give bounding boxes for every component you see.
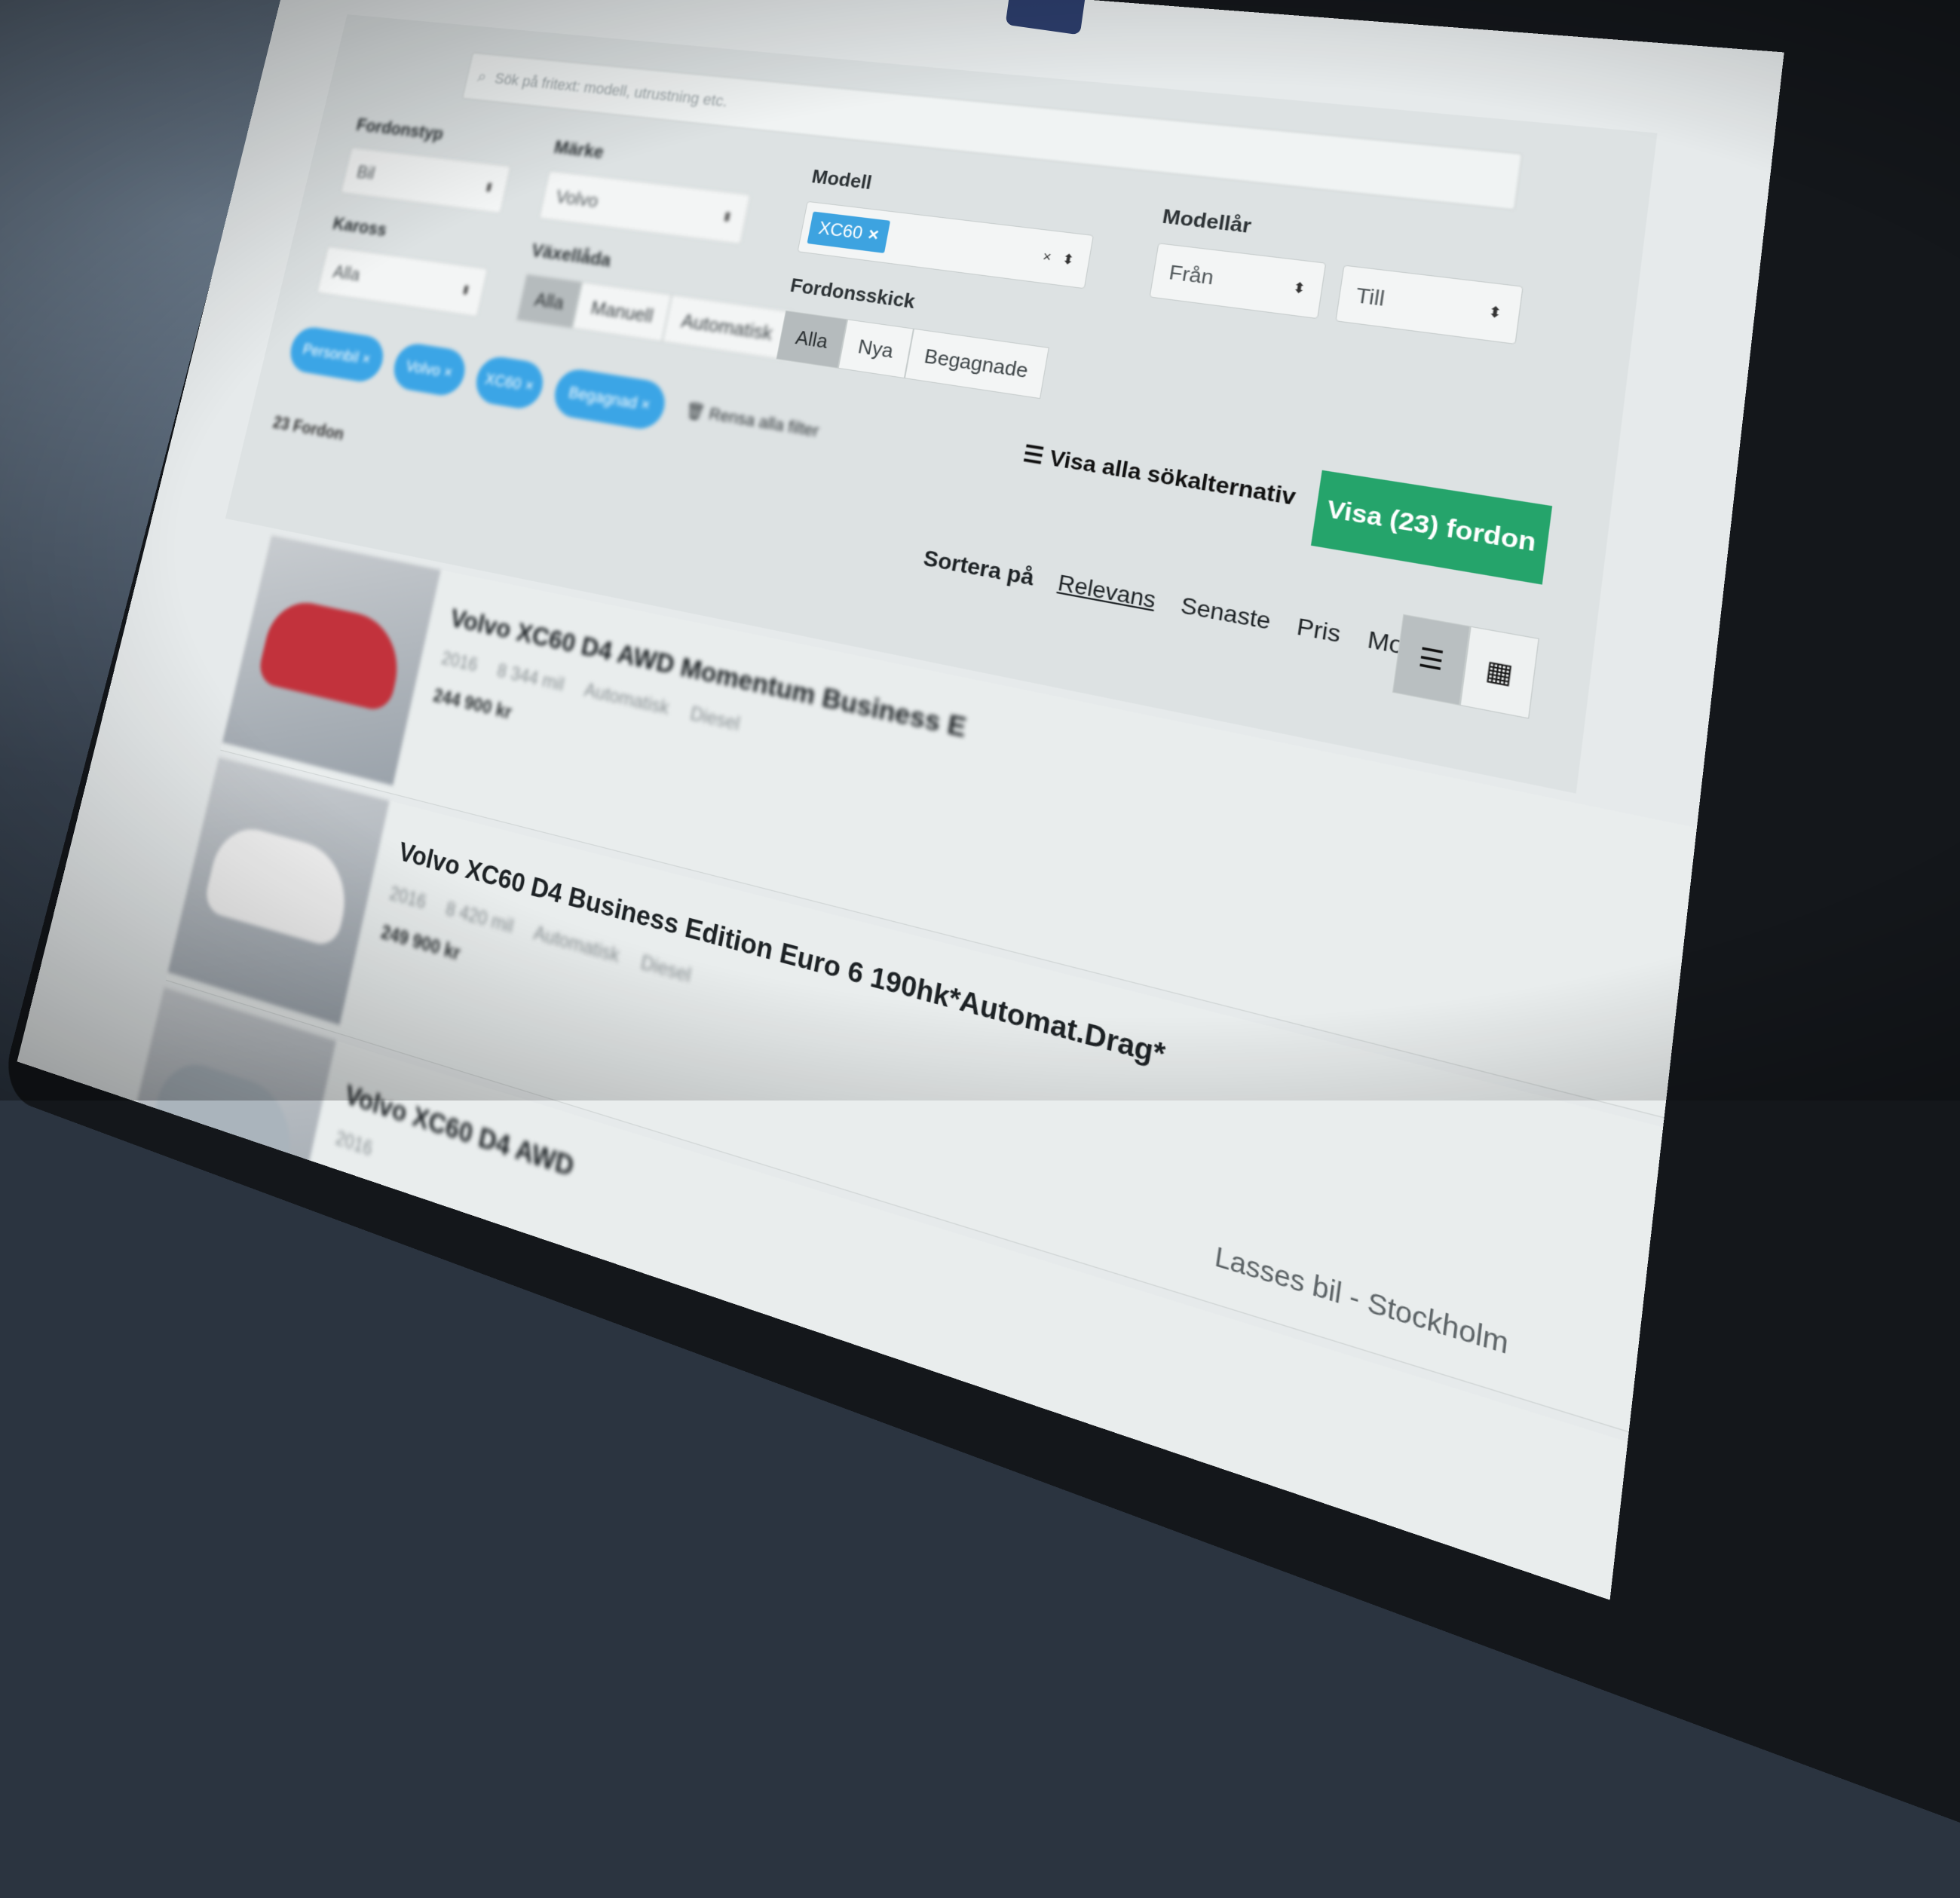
chevron-updown-icon: ⬍ <box>1291 278 1307 297</box>
show-vehicles-button[interactable]: Visa (23) fordon <box>1310 470 1553 585</box>
model-label: Modell <box>810 165 874 194</box>
listing-year: 2016 <box>333 1126 375 1161</box>
model-year-to-select[interactable]: Till ⬍ <box>1335 265 1524 345</box>
listing-price: 244 900 kr <box>431 684 514 724</box>
listing-gearbox: Automatisk <box>531 922 622 968</box>
model-select[interactable]: XC60 × × ⬍ <box>797 201 1094 289</box>
body-value: Alla <box>331 260 363 285</box>
grid-view-button[interactable]: ▦ <box>1459 626 1539 719</box>
listing-image <box>222 535 441 786</box>
gearbox-label: Växellåda <box>529 239 614 271</box>
search-placeholder: Sök på fritext: modell, utrustning etc. <box>493 69 730 111</box>
chevron-updown-icon: ⬍ <box>720 209 734 225</box>
chevron-updown-icon: ⬍ <box>1061 250 1076 268</box>
close-icon[interactable]: × <box>866 225 880 246</box>
vehicle-type-label: Fordonstyp <box>354 114 446 144</box>
vehicle-type-value: Bil <box>354 161 378 183</box>
listing-year: 2016 <box>439 647 479 676</box>
car-image <box>256 595 409 714</box>
sort-option-price[interactable]: Pris <box>1295 613 1343 648</box>
gearbox-option-automatic[interactable]: Automatisk <box>662 294 792 360</box>
listing-image <box>167 757 390 1025</box>
active-filter-pill[interactable]: Begagnad × <box>550 366 669 433</box>
model-year-from-select[interactable]: Från ⬍ <box>1149 243 1327 320</box>
car-image <box>202 820 357 949</box>
clear-all-filters-link[interactable]: 🗑 Rensa alla filter <box>684 400 821 442</box>
vehicle-type-select[interactable]: Bil ⬍ <box>340 146 511 214</box>
model-year-to-value: Till <box>1354 282 1387 311</box>
gearbox-option-manual[interactable]: Manuell <box>572 281 672 342</box>
chevron-updown-icon: ⬍ <box>459 282 473 298</box>
body-label: Kaross <box>331 213 389 240</box>
condition-label: Fordonsskick <box>789 274 917 314</box>
view-toggle: ☰ ▦ <box>1392 614 1539 719</box>
model-chip[interactable]: XC60 × <box>807 211 891 253</box>
body-select[interactable]: Alla ⬍ <box>317 246 488 317</box>
show-all-options-link[interactable]: ☰ Visa alla sökalternativ <box>1021 440 1298 511</box>
active-filter-pill[interactable]: Volvo × <box>389 341 470 399</box>
model-chip-label: XC60 <box>816 218 865 243</box>
model-year-from-value: Från <box>1167 259 1216 289</box>
grid-icon: ▦ <box>1484 654 1515 690</box>
make-label: Märke <box>552 136 606 163</box>
sort-option-latest[interactable]: Senaste <box>1179 592 1272 635</box>
sort-bar: Sortera på Relevans Senaste Pris Modellå… <box>921 545 1470 672</box>
condition-segmented: Alla Nya Begagnade <box>776 310 1049 399</box>
make-select[interactable]: Volvo ⬍ <box>538 170 751 245</box>
list-icon: ☰ <box>1416 642 1446 677</box>
list-view-button[interactable]: ☰ <box>1392 614 1471 706</box>
listing-fuel: Diesel <box>639 951 694 987</box>
active-filter-pill[interactable]: XC60 × <box>471 354 547 412</box>
chevron-updown-icon: ⬍ <box>482 179 495 195</box>
gearbox-option-all[interactable]: Alla <box>516 274 583 329</box>
make-value: Volvo <box>554 185 601 212</box>
condition-option-new[interactable]: Nya <box>838 319 914 379</box>
browser-screen: ⌕ Sök på fritext: modell, utrustning etc… <box>17 0 1784 1600</box>
results-count: 23 Fordon <box>271 412 346 445</box>
sort-title: Sortera på <box>921 545 1037 591</box>
active-filter-pill[interactable]: Personbil × <box>286 324 388 385</box>
condition-option-all[interactable]: Alla <box>776 310 848 369</box>
listing-fuel: Diesel <box>688 703 742 736</box>
chevron-updown-icon: ⬍ <box>1487 302 1503 321</box>
condition-option-used[interactable]: Begagnade <box>904 328 1049 399</box>
sort-option-relevance[interactable]: Relevans <box>1056 570 1158 614</box>
listing-gearbox: Automatisk <box>582 679 672 719</box>
model-year-label: Modellår <box>1160 204 1254 238</box>
search-icon: ⌕ <box>476 67 488 87</box>
clear-icon[interactable]: × <box>1042 248 1052 265</box>
gearbox-segmented: Alla Manuell Automatisk <box>516 274 792 360</box>
listing-mileage: 8 420 mil <box>443 898 516 938</box>
listing-meta: 2016 <box>333 1126 375 1162</box>
listing-year: 2016 <box>387 882 428 914</box>
listing-price: 249 900 kr <box>378 921 463 965</box>
listing-mileage: 8 344 mil <box>495 660 566 696</box>
